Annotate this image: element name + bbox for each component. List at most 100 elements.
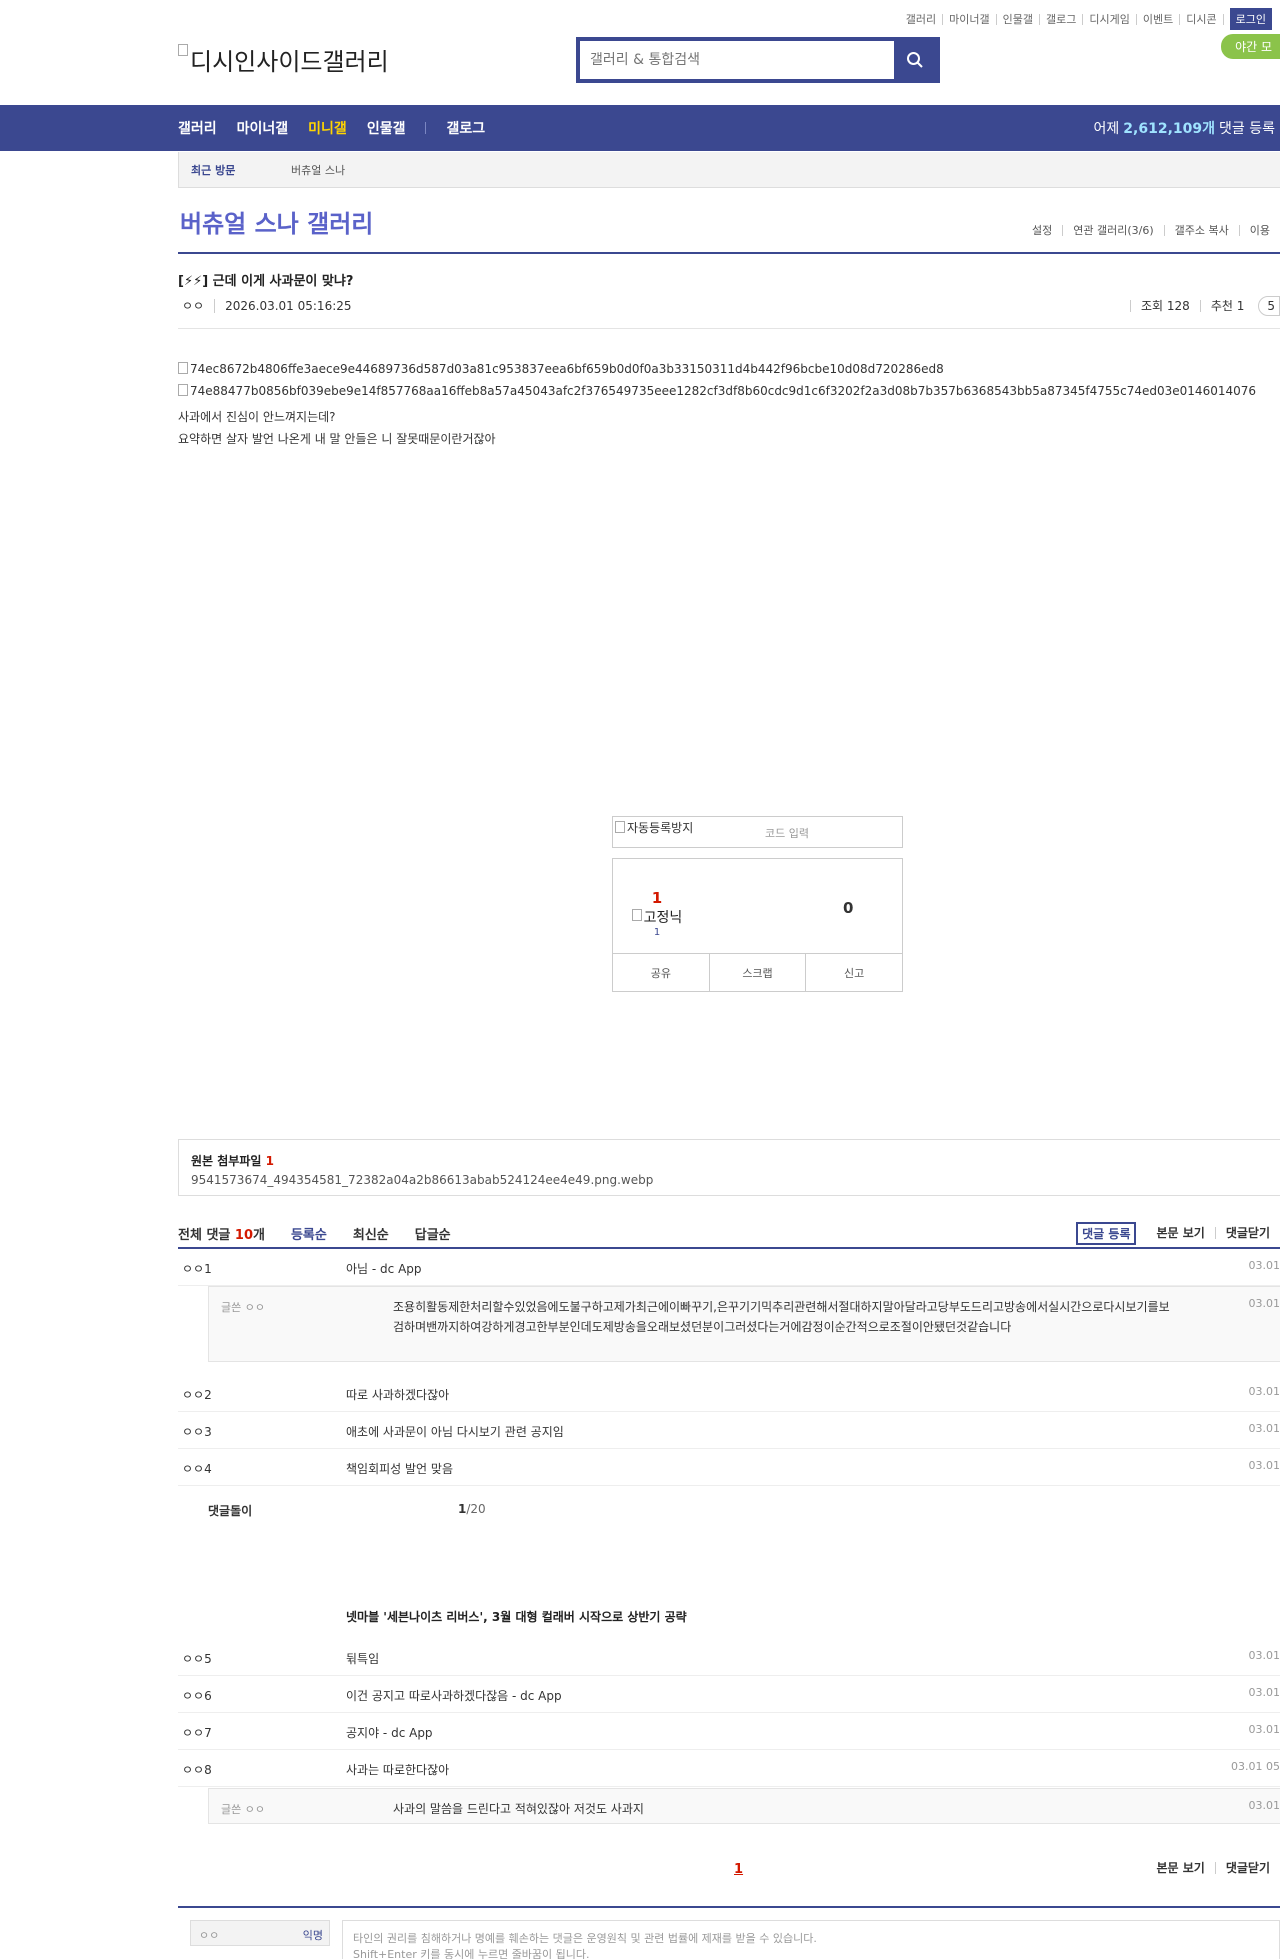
post-counts: 조회 128 추천 1 5 xyxy=(1130,296,1280,316)
sort-latest[interactable]: 최신순 xyxy=(353,1224,389,1243)
downvote-count[interactable]: 0 xyxy=(843,899,853,917)
comment-date: 03.01 xyxy=(1248,1385,1280,1398)
captcha-image: 자동등록방지 xyxy=(615,819,693,836)
comment-row: ㅇㅇ5 뒦특임 03.01 xyxy=(178,1640,1280,1676)
write-nick-value: ㅇㅇ xyxy=(199,1929,220,1942)
report-button[interactable]: 신고 xyxy=(806,954,902,991)
comment-total: 전체 댓글 10개 xyxy=(178,1224,265,1243)
scrap-button[interactable]: 스크랩 xyxy=(710,954,807,991)
comment-dory-label: 댓글돌이 xyxy=(208,1504,253,1518)
comment-nick[interactable]: ㅇㅇ1 xyxy=(182,1260,212,1277)
login-button[interactable]: 로그인 xyxy=(1229,8,1272,30)
site-logo[interactable]: 디시인사이드갤러리 xyxy=(178,42,389,77)
view-body-link-bottom[interactable]: 본문 보기 xyxy=(1146,1862,1214,1874)
comment-header-actions: 댓글 등록 본문 보기 댓글닫기 xyxy=(1076,1219,1280,1247)
comment-bottom-actions: 본문 보기 댓글닫기 xyxy=(1146,1862,1280,1874)
comment-textarea[interactable]: 타인의 권리를 침해하거나 명예를 훼손하는 댓글은 운영원칙 및 관련 법률에… xyxy=(342,1920,1280,1959)
reply-date: 03.01 xyxy=(1248,1297,1280,1310)
comment-row: ㅇㅇ6 이건 공지고 따로사과하겠다잖음 - dc App 03.01 xyxy=(178,1677,1280,1713)
post-image-1[interactable]: 74ec8672b4806ffe3aece9e44689736d587d03a8… xyxy=(178,360,1278,378)
util-nav-gallery[interactable]: 갤러리 xyxy=(900,13,944,25)
attachment-title-text: 원본 첨부파일 xyxy=(191,1154,262,1168)
vote-box: 1 고정닉 1 0 공유 스크랩 신고 xyxy=(612,858,903,992)
broken-image-icon xyxy=(615,821,625,833)
util-nav-gallog[interactable]: 갤로그 xyxy=(1040,13,1084,25)
comment-row: ㅇㅇ4 책임회피성 발언 맞음 03.01 xyxy=(178,1450,1280,1486)
post-image-2[interactable]: 74e88477b0856bf039ebe9e14f857768aa16ffeb… xyxy=(178,382,1278,400)
gnb-minor[interactable]: 마이너갤 xyxy=(237,118,289,138)
comment-nick[interactable]: ㅇㅇ2 xyxy=(182,1386,212,1403)
gnb-gallery[interactable]: 갤러리 xyxy=(178,118,217,138)
post-author[interactable]: ㅇㅇ xyxy=(182,297,204,314)
attachment-file-link[interactable]: 9541573674_494354581_72382a04a2b86613aba… xyxy=(191,1173,1280,1187)
comment-nick[interactable]: ㅇㅇ4 xyxy=(182,1460,212,1477)
recommend-button[interactable]: 1 고정닉 1 xyxy=(627,889,687,938)
util-nav-dccon[interactable]: 디시콘 xyxy=(1180,13,1224,25)
comment-dory-pager[interactable]: 1/20 xyxy=(458,1502,486,1516)
gallery-title[interactable]: 버츄얼 스나 갤러리 xyxy=(180,204,373,239)
recent-visit-item[interactable]: 버츄얼 스나 xyxy=(291,162,345,178)
comment-nick[interactable]: ㅇㅇ5 xyxy=(182,1650,212,1667)
comment-date: 03.01 05 xyxy=(1231,1760,1280,1773)
reply-nick[interactable]: 글쓴 ㅇㅇ xyxy=(221,1299,265,1315)
anonymous-label: 익명 xyxy=(302,1929,323,1942)
sort-reply[interactable]: 답글순 xyxy=(415,1224,451,1243)
reply-nick[interactable]: 글쓴 ㅇㅇ xyxy=(221,1801,265,1817)
search-button[interactable] xyxy=(894,41,936,79)
close-comments-link[interactable]: 댓글닫기 xyxy=(1214,1227,1280,1239)
broken-image-icon xyxy=(178,384,188,396)
copy-gallery-address-link[interactable]: 갤주소 복사 xyxy=(1163,225,1239,236)
comment-nick[interactable]: ㅇㅇ8 xyxy=(182,1761,212,1778)
search-input[interactable] xyxy=(580,41,894,79)
comment-textarea-placeholder: 타인의 권리를 침해하거나 명예를 훼손하는 댓글은 운영원칙 및 관련 법률에… xyxy=(353,1932,817,1945)
reply-text: 조용히활동제한처리할수있었음에도불구하고제가최근에이빠꾸기,은꾸기기믹추리관련해… xyxy=(393,1300,1170,1334)
comment-row: ㅇㅇ1 아님 - dc App 03.01 xyxy=(178,1250,1280,1286)
sort-registered[interactable]: 등록순 xyxy=(291,1224,327,1243)
util-nav-game[interactable]: 디시게임 xyxy=(1083,13,1137,25)
util-nav-minor[interactable]: 마이너갤 xyxy=(943,13,997,25)
share-button[interactable]: 공유 xyxy=(613,954,710,991)
broken-image-icon xyxy=(178,44,188,56)
related-gallery-link[interactable]: 연관 갤러리(3/6) xyxy=(1062,225,1163,236)
comment-nick[interactable]: ㅇㅇ6 xyxy=(182,1687,212,1704)
gallery-options: 설정 연관 갤러리(3/6) 갤주소 복사 이용 xyxy=(1022,225,1280,236)
comment-page-link[interactable]: 1 xyxy=(734,1862,743,1877)
comment-textarea-placeholder-2: Shift+Enter 키를 동시에 누르면 줄바꿈이 됩니다. xyxy=(353,1948,590,1959)
view-count: 조회 128 xyxy=(1130,300,1200,312)
close-comments-link-bottom[interactable]: 댓글닫기 xyxy=(1214,1862,1280,1874)
comment-count-pill[interactable]: 5 xyxy=(1258,296,1280,316)
write-nick-field[interactable]: ㅇㅇ 익명 xyxy=(190,1920,330,1946)
comment-nick[interactable]: ㅇㅇ7 xyxy=(182,1724,212,1741)
captcha-input[interactable]: 코드 입력 xyxy=(765,825,809,841)
post-paragraph: 사과에서 진심이 안느껴지는데? xyxy=(178,410,336,424)
recent-visit-bar: 최근 방문 버츄얼 스나 xyxy=(178,152,1280,188)
comment-register-button[interactable]: 댓글 등록 xyxy=(1076,1221,1137,1245)
ad-headline-link[interactable]: 넷마블 '세븐나이츠 리버스', 3월 대형 컬래버 시작으로 상반기 공략 xyxy=(346,1608,687,1625)
util-nav-event[interactable]: 이벤트 xyxy=(1137,13,1181,25)
broken-image-icon xyxy=(631,909,642,921)
fixed-nick-image: 고정닉 xyxy=(627,907,687,927)
stat-number: 2,612,109개 xyxy=(1123,121,1216,137)
comment-text: 사과는 따로한다잖아 xyxy=(346,1763,450,1777)
comment-text: 애초에 사과문이 아님 다시보기 관련 공지임 xyxy=(346,1425,564,1439)
recommend-count: 추천 1 xyxy=(1199,300,1255,312)
gnb-person[interactable]: 인물갤 xyxy=(367,118,406,138)
comment-nick[interactable]: ㅇㅇ3 xyxy=(182,1423,212,1440)
captcha-box: 자동등록방지 코드 입력 xyxy=(612,816,903,848)
recent-visit-title[interactable]: 최근 방문 xyxy=(191,162,291,178)
util-nav-person[interactable]: 인물갤 xyxy=(997,13,1041,25)
usage-link[interactable]: 이용 xyxy=(1238,225,1280,236)
view-body-link[interactable]: 본문 보기 xyxy=(1146,1227,1214,1239)
night-mode-button[interactable]: 야간 모 xyxy=(1221,34,1280,59)
gnb-gallog[interactable]: 갤로그 xyxy=(446,118,485,138)
comment-total-unit: 개 xyxy=(253,1227,265,1243)
comment-row: ㅇㅇ8 사과는 따로한다잖아 03.01 05 xyxy=(178,1751,1280,1787)
comment-bottom-bar: 1 본문 보기 댓글닫기 xyxy=(178,1858,1280,1882)
site-header: 디시인사이드갤러리 갤러리 마이너갤 인물갤 갤로그 디시게임 이벤트 디시콘 … xyxy=(0,0,1280,105)
attachment-title: 원본 첨부파일 1 xyxy=(191,1152,1280,1169)
logo-alt-text: 디시인사이드갤러리 xyxy=(190,48,389,76)
comment-date: 03.01 xyxy=(1248,1459,1280,1472)
gnb-mini[interactable]: 미니갤 xyxy=(308,118,347,138)
comment-total-label: 전체 댓글 xyxy=(178,1227,231,1243)
gallery-settings-link[interactable]: 설정 xyxy=(1022,225,1062,236)
